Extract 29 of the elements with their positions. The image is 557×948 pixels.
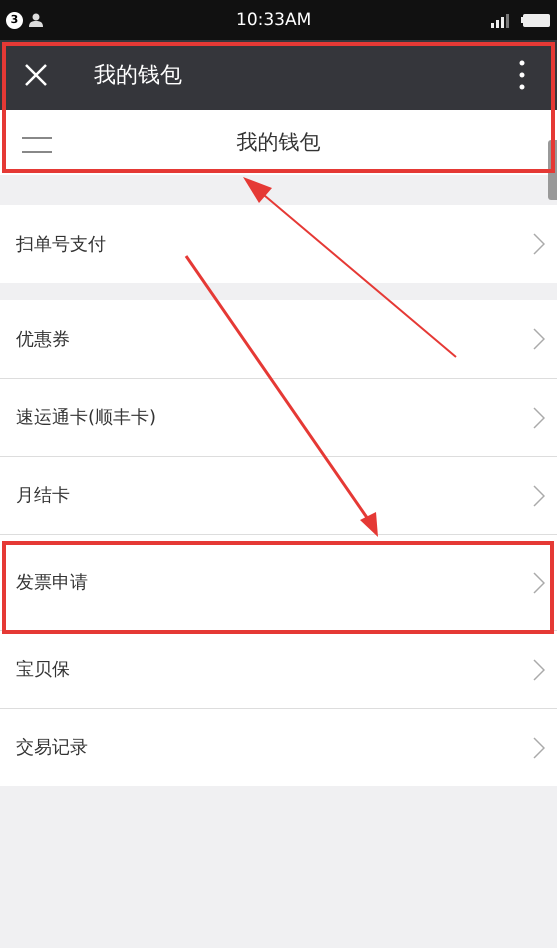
- list-row[interactable]: 扫单号支付: [0, 205, 557, 283]
- row-label: 月结卡: [16, 484, 70, 508]
- row-label: 宝贝保: [16, 658, 70, 682]
- notification-badge: 3: [6, 12, 23, 28]
- chevron-right-icon: [533, 658, 545, 680]
- battery-icon: [521, 12, 551, 28]
- nav-title: 我的钱包: [94, 62, 182, 90]
- menu-icon[interactable]: [22, 137, 52, 153]
- list-row[interactable]: 速运通卡(顺丰卡): [0, 378, 557, 456]
- chevron-right-icon: [533, 233, 545, 255]
- status-time: 10:33AM: [236, 9, 312, 32]
- row-label: 扫单号支付: [16, 232, 106, 256]
- row-label: 发票申请: [16, 571, 88, 595]
- close-icon[interactable]: [24, 63, 48, 87]
- chevron-right-icon: [533, 328, 545, 350]
- row-label: 速运通卡(顺丰卡): [16, 406, 156, 430]
- row-label: 优惠券: [16, 328, 70, 352]
- list-row[interactable]: 交易记录: [0, 708, 557, 786]
- list-row[interactable]: 宝贝保: [0, 630, 557, 708]
- page-title: 我的钱包: [236, 128, 320, 156]
- chevron-right-icon: [533, 406, 545, 428]
- more-icon[interactable]: [519, 60, 525, 90]
- list-row[interactable]: 月结卡: [0, 456, 557, 534]
- chevron-right-icon: [533, 736, 545, 758]
- chevron-right-icon: [533, 484, 545, 506]
- person-icon: [29, 13, 45, 27]
- list-row[interactable]: 优惠券: [0, 300, 557, 378]
- row-label: 交易记录: [16, 736, 88, 760]
- chevron-right-icon: [533, 572, 545, 594]
